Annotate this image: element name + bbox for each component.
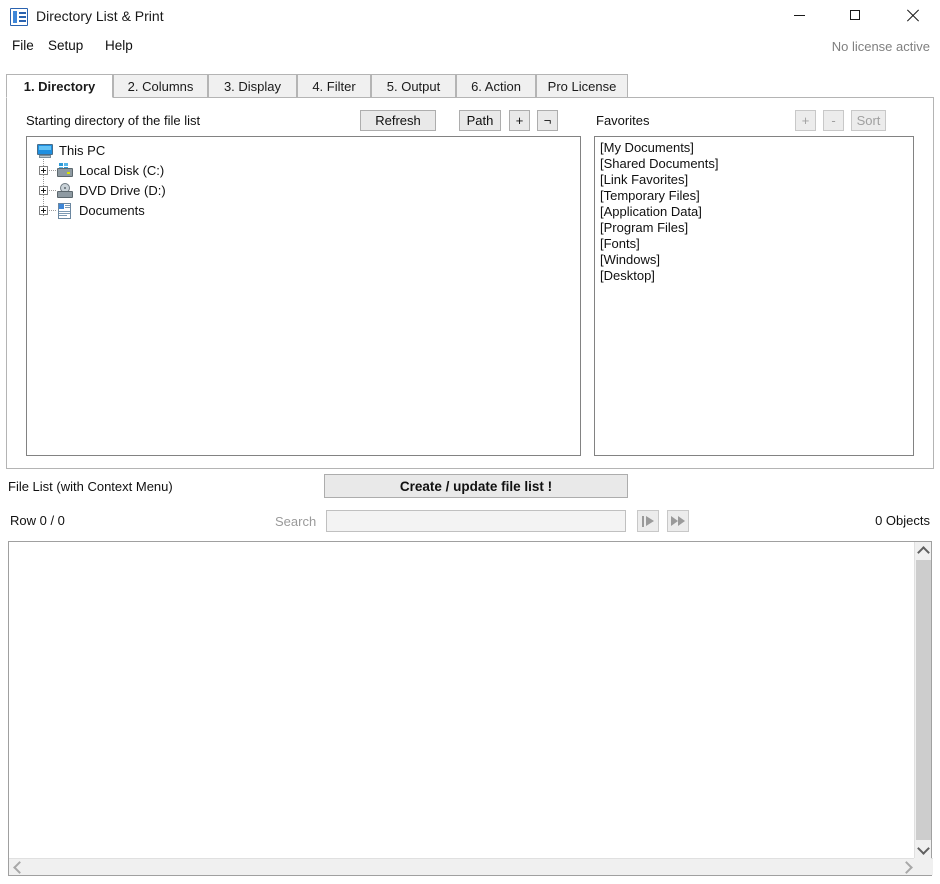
tree-item-label: This PC: [59, 143, 106, 158]
tree-item-documents[interactable]: Documents: [27, 201, 580, 221]
tree-connector: [49, 190, 56, 191]
tab-display[interactable]: 3. Display: [208, 74, 297, 98]
scroll-up-button[interactable]: [915, 542, 932, 559]
expand-plus-icon[interactable]: [39, 206, 48, 215]
tree-item-label: DVD Drive (D:): [79, 183, 166, 198]
menu-bar: File Setup Help No license active: [0, 36, 940, 62]
scrollbar-corner: [914, 858, 931, 875]
file-list-results[interactable]: [8, 541, 933, 876]
list-item[interactable]: [Program Files]: [598, 220, 913, 236]
list-item[interactable]: [My Documents]: [598, 140, 913, 156]
add-favorite-button[interactable]: +: [795, 110, 816, 131]
horizontal-scrollbar[interactable]: [9, 858, 933, 875]
remove-favorite-button[interactable]: -: [823, 110, 844, 131]
window-title: Directory List & Print: [36, 8, 164, 24]
app-list-icon: [10, 8, 28, 26]
tree-item-local-disk-c[interactable]: Local Disk (C:): [27, 161, 580, 181]
search-next-button[interactable]: [667, 510, 689, 532]
sort-favorites-button[interactable]: Sort: [851, 110, 886, 131]
chevron-up-icon: [917, 545, 930, 559]
fast-forward-icon: [671, 515, 685, 527]
negate-path-button[interactable]: ¬: [537, 110, 558, 131]
dvd-drive-icon: [57, 183, 73, 199]
add-path-button[interactable]: +: [509, 110, 530, 131]
chevron-right-icon: [899, 861, 913, 874]
tab-pro-license[interactable]: Pro License: [536, 74, 628, 98]
menu-item-file[interactable]: File: [8, 36, 38, 55]
menu-item-setup[interactable]: Setup: [44, 36, 87, 55]
maximize-button[interactable]: [832, 0, 878, 30]
tab-strip: 1. Directory 2. Columns 3. Display 4. Fi…: [6, 74, 934, 98]
vertical-scrollbar-thumb[interactable]: [916, 560, 931, 840]
starting-directory-label: Starting directory of the file list: [26, 113, 201, 128]
close-button[interactable]: [889, 0, 935, 30]
row-counter: Row 0 / 0: [10, 513, 65, 528]
list-item[interactable]: [Desktop]: [598, 268, 913, 284]
list-item[interactable]: [Fonts]: [598, 236, 913, 252]
search-input[interactable]: [326, 510, 626, 532]
search-label: Search: [275, 514, 317, 529]
create-update-file-list-button[interactable]: Create / update file list !: [324, 474, 628, 498]
hard-drive-icon: [57, 163, 73, 179]
chevron-left-icon: [12, 861, 26, 874]
list-item[interactable]: [Shared Documents]: [598, 156, 913, 172]
tree-connector: [49, 210, 56, 211]
documents-icon: [57, 203, 73, 219]
tab-columns[interactable]: 2. Columns: [113, 74, 208, 98]
tab-output[interactable]: 5. Output: [371, 74, 456, 98]
list-item[interactable]: [Application Data]: [598, 204, 913, 220]
scroll-down-button[interactable]: [915, 841, 932, 858]
computer-icon: [37, 143, 53, 159]
object-count: 0 Objects: [875, 513, 930, 528]
tree-item-label: Documents: [79, 203, 145, 218]
tab-filter[interactable]: 4. Filter: [297, 74, 371, 98]
tree-item-dvd-drive-d[interactable]: DVD Drive (D:): [27, 181, 580, 201]
tree-item-this-pc[interactable]: This PC: [27, 141, 580, 161]
maximize-icon: [850, 10, 860, 20]
minimize-button[interactable]: [776, 0, 822, 30]
vertical-scrollbar[interactable]: [914, 542, 931, 858]
file-list-label: File List (with Context Menu): [8, 479, 173, 494]
chevron-down-icon: [917, 841, 930, 855]
list-item[interactable]: [Temporary Files]: [598, 188, 913, 204]
scroll-left-button[interactable]: [9, 859, 26, 876]
menu-item-help[interactable]: Help: [101, 36, 137, 55]
expand-plus-icon[interactable]: [39, 186, 48, 195]
tab-action[interactable]: 6. Action: [456, 74, 536, 98]
favorites-list[interactable]: [My Documents] [Shared Documents] [Link …: [594, 136, 914, 456]
play-from-start-icon: [641, 515, 655, 527]
minimize-icon: [793, 14, 805, 16]
expand-plus-icon[interactable]: [39, 166, 48, 175]
path-button[interactable]: Path: [459, 110, 501, 131]
refresh-button[interactable]: Refresh: [360, 110, 436, 131]
tree-item-label: Local Disk (C:): [79, 163, 165, 178]
directory-tree[interactable]: This PC Local Disk (C:) DVD Drive (D:) D…: [26, 136, 581, 456]
tab-directory[interactable]: 1. Directory: [6, 74, 113, 98]
tree-connector: [49, 170, 56, 171]
license-status: No license active: [831, 39, 930, 54]
list-item[interactable]: [Windows]: [598, 252, 913, 268]
close-icon: [906, 9, 919, 22]
search-first-button[interactable]: [637, 510, 659, 532]
favorites-label: Favorites: [596, 113, 650, 128]
list-item[interactable]: [Link Favorites]: [598, 172, 913, 188]
title-bar: Directory List & Print: [0, 0, 940, 34]
